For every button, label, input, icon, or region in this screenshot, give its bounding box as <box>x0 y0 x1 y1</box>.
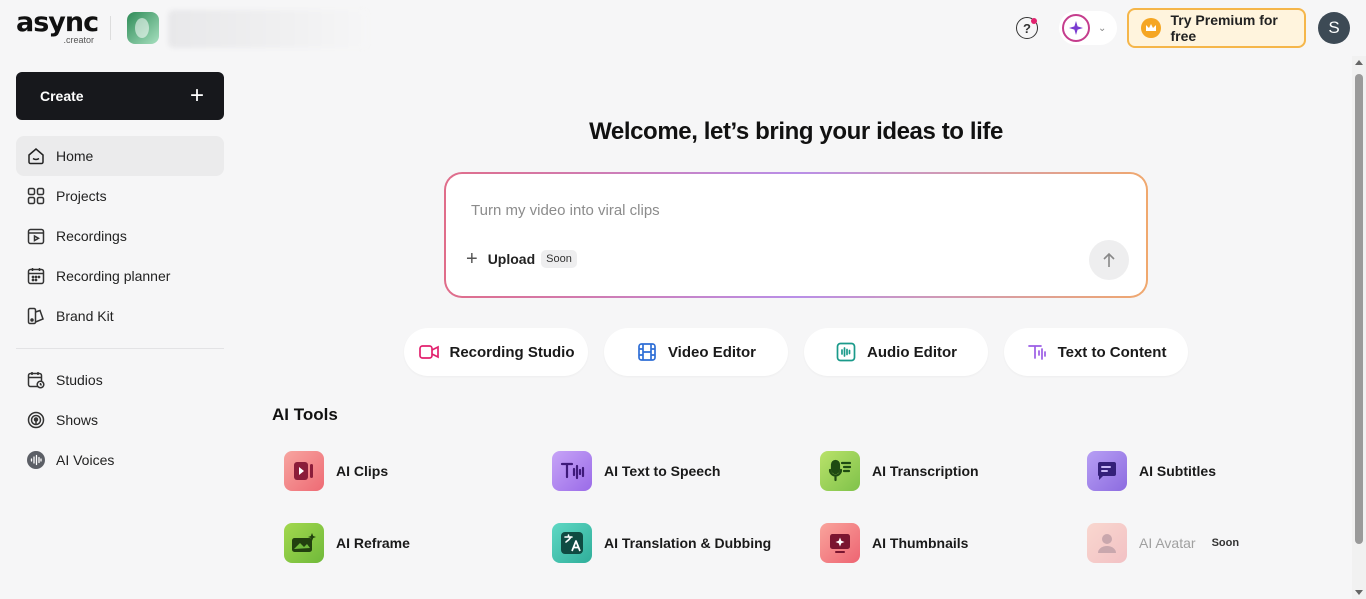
prompt-inner: + Upload Soon <box>446 174 1146 296</box>
soon-badge: Soon <box>541 250 577 268</box>
workspace-avatar[interactable] <box>127 12 159 44</box>
notification-dot <box>1031 18 1037 24</box>
grid-icon <box>27 187 45 205</box>
tool-label: AI Thumbnails <box>872 535 969 551</box>
brand-kit-icon <box>27 307 44 325</box>
film-icon <box>638 343 656 361</box>
sidebar-item-label: Brand Kit <box>56 308 114 324</box>
ai-reframe-tool[interactable]: AI Reframe <box>284 523 410 563</box>
text-wave-icon <box>1027 345 1046 360</box>
text-to-content-button[interactable]: Text to Content <box>1004 328 1188 376</box>
tool-label: AI Translation & Dubbing <box>604 535 772 551</box>
async-logo[interactable]: async .creator <box>16 8 106 48</box>
quick-action-label: Text to Content <box>1057 343 1167 361</box>
audio-wave-icon <box>836 342 856 362</box>
studios-icon <box>27 372 45 389</box>
top-bar: async .creator ? ⌄ Try Premium for free … <box>0 0 1352 56</box>
plus-icon: + <box>189 82 204 109</box>
recordings-icon <box>27 228 45 245</box>
premium-label: Try Premium for free <box>1170 12 1278 44</box>
logo-text: async <box>16 7 99 38</box>
upload-label: Upload <box>487 251 536 267</box>
sidebar-item-recordings[interactable]: Recordings <box>16 216 224 256</box>
page-scrollbar[interactable] <box>1352 56 1366 599</box>
chevron-down-icon: ⌄ <box>1098 22 1107 34</box>
sidebar-item-label: Recording planner <box>56 268 171 284</box>
microphone-icon <box>820 451 860 491</box>
quick-action-label: Audio Editor <box>867 343 957 361</box>
tool-label: AI Transcription <box>872 463 979 479</box>
ai-translation-dubbing-tool[interactable]: AI Translation & Dubbing <box>552 523 771 563</box>
create-button[interactable]: Create + <box>16 72 224 120</box>
tool-label: AI Avatar <box>1139 535 1196 551</box>
quick-action-label: Recording Studio <box>449 343 575 361</box>
video-editor-button[interactable]: Video Editor <box>604 328 788 376</box>
send-button[interactable] <box>1089 240 1129 280</box>
ai-avatar-tool: AI Avatar Soon <box>1087 523 1239 563</box>
audio-editor-button[interactable]: Audio Editor <box>804 328 988 376</box>
sidebar-item-label: AI Voices <box>56 452 115 468</box>
ai-transcription-tool[interactable]: AI Transcription <box>820 451 979 491</box>
subtitles-icon <box>1087 451 1127 491</box>
sidebar-item-brand-kit[interactable]: Brand Kit <box>16 296 224 336</box>
ai-subtitles-tool[interactable]: AI Subtitles <box>1087 451 1216 491</box>
sidebar-nav-secondary: Studios Shows AI Voices <box>16 360 224 480</box>
tool-label: AI Reframe <box>336 535 410 551</box>
sidebar-item-shows[interactable]: Shows <box>16 400 224 440</box>
sparkle-icon <box>1062 14 1090 42</box>
create-label: Create <box>40 88 84 104</box>
scroll-down-arrow-icon[interactable] <box>1355 590 1363 595</box>
scroll-thumb[interactable] <box>1355 74 1363 544</box>
reframe-icon <box>284 523 324 563</box>
sidebar-item-label: Home <box>56 148 94 164</box>
quick-action-label: Video Editor <box>667 343 757 361</box>
sidebar-item-label: Studios <box>56 372 103 388</box>
sidebar-item-recording-planner[interactable]: Recording planner <box>16 256 224 296</box>
recording-studio-button[interactable]: Recording Studio <box>404 328 588 376</box>
try-premium-button[interactable]: Try Premium for free <box>1127 8 1306 48</box>
scroll-up-arrow-icon[interactable] <box>1355 60 1363 65</box>
ai-text-to-speech-tool[interactable]: AI Text to Speech <box>552 451 720 491</box>
avatar-icon <box>1087 523 1127 563</box>
speech-icon <box>552 451 592 491</box>
welcome-heading: Welcome, let’s bring your ideas to life <box>589 118 1003 145</box>
podcast-icon <box>27 411 45 429</box>
sidebar-item-label: Shows <box>56 412 99 428</box>
ai-tools-heading: AI Tools <box>272 405 338 424</box>
prompt-input[interactable] <box>471 202 1091 219</box>
quick-actions: Recording Studio Video Editor Audio Edit… <box>404 328 1188 376</box>
thumbnail-icon <box>820 523 860 563</box>
tool-label: AI Clips <box>336 463 389 479</box>
sidebar-item-home[interactable]: Home <box>16 136 224 176</box>
arrow-up-icon <box>1103 252 1115 267</box>
ai-thumbnails-tool[interactable]: AI Thumbnails <box>820 523 968 563</box>
sidebar-item-ai-voices[interactable]: AI Voices <box>16 440 224 480</box>
sidebar-item-projects[interactable]: Projects <box>16 176 224 216</box>
sidebar-item-label: Recordings <box>56 228 127 244</box>
translate-icon <box>552 523 592 563</box>
ai-clips-tool[interactable]: AI Clips <box>284 451 388 491</box>
plus-icon: + <box>466 248 478 270</box>
user-avatar[interactable]: S <box>1318 12 1350 44</box>
workspace-name-blurred[interactable] <box>168 10 368 48</box>
logo-subtext: .creator <box>63 35 94 45</box>
home-icon <box>28 148 44 165</box>
voice-wave-icon <box>27 451 45 469</box>
clips-icon <box>284 451 324 491</box>
ai-assistant-dropdown[interactable]: ⌄ <box>1059 11 1117 45</box>
sidebar-divider <box>16 348 224 349</box>
calendar-icon <box>27 268 45 285</box>
tool-label: AI Subtitles <box>1139 463 1217 479</box>
header-divider <box>110 16 111 40</box>
soon-badge: Soon <box>1211 537 1240 549</box>
tool-label: AI Text to Speech <box>604 463 721 479</box>
video-camera-icon <box>418 345 439 359</box>
sidebar-item-label: Projects <box>56 188 107 204</box>
sidebar-item-studios[interactable]: Studios <box>16 360 224 400</box>
sidebar-nav-primary: Home Projects Recordings Recording plann… <box>16 136 224 336</box>
prompt-box: + Upload Soon <box>444 172 1148 298</box>
crown-icon <box>1141 18 1161 38</box>
question-icon: ? <box>1023 20 1031 36</box>
upload-button[interactable]: + Upload Soon <box>466 248 577 270</box>
